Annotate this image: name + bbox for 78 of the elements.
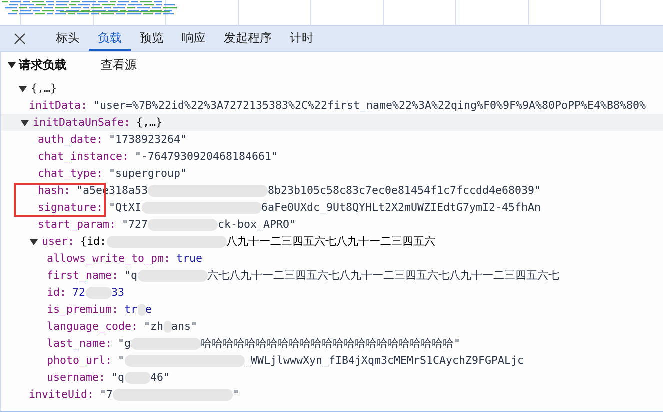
property-value: "1738923264" (109, 133, 188, 146)
property-key: photo_url: (47, 354, 112, 367)
tab[interactable]: 预览 (131, 28, 173, 51)
property-key: username: (47, 371, 106, 384)
tab[interactable]: 响应 (173, 28, 215, 51)
property-key: allows_write_to_pm: (47, 252, 171, 265)
property-value: "zh (144, 320, 164, 333)
expanded-triangle-icon[interactable] (19, 85, 27, 93)
section-header[interactable]: 请求负载 (8, 56, 101, 74)
property-value: 72 (72, 286, 86, 299)
property-value: tr (124, 303, 138, 316)
property-value: " (233, 388, 240, 401)
tree-row[interactable]: user: {id: 八九十一二三四五六七八九十一二三四五六 (1, 233, 663, 250)
property-value: 八九十一二三四五六七八九十一二三四五六 (226, 234, 436, 248)
property-key: initDataUnSafe: (33, 116, 131, 129)
property-value: 8b23b105c58c83c7ec0e81454f1c7fccdd4e68039" (268, 184, 542, 197)
property-value: "user=%7B%22id%22%3A7272135383%2C%22first_name%22%3A%22qing%F0%9F%9A%80PoPP%E4%B8%80% (94, 99, 646, 112)
tree-row[interactable]: photo_url: " _WWLjlwwwXyn_fIB4jXqm3cMEMrS1CAychZ9FGPALjc (1, 352, 663, 369)
property-key: last_name: (47, 337, 112, 350)
tab[interactable]: 计时 (281, 28, 323, 51)
tab[interactable]: 标头 (47, 28, 89, 51)
object-preview: {,…} (31, 82, 58, 95)
property-key: signature: (38, 201, 104, 214)
expanded-triangle-icon[interactable] (21, 119, 29, 127)
property-key: inviteUid: (29, 388, 94, 401)
tree-row[interactable]: chat_instance: "-7647930920468184661" (1, 148, 663, 165)
property-value: "g (118, 337, 132, 350)
property-key: chat_type: (38, 167, 104, 180)
property-value: e (146, 303, 152, 316)
property-value: ck-box_APRO" (218, 218, 296, 231)
tree-row[interactable]: signature: "QtXI 6aFe0UXdc_9Ut8QYHLt2X2mUWZIEdtG7ymI2-45fhAn (1, 199, 663, 216)
tree-row[interactable]: username: "q 46" (1, 369, 663, 386)
property-key: first_name: (47, 269, 119, 282)
property-value: "supergroup" (109, 167, 188, 180)
property-value: _WWLjlwwwXyn_fIB4jXqm3cMEMrS1CAychZ9FGPALjc (244, 354, 524, 367)
property-value: {id: (80, 235, 107, 248)
property-key: initData: (29, 99, 88, 112)
close-icon[interactable] (14, 32, 26, 44)
property-key: chat_instance: (38, 150, 130, 163)
tree-row[interactable]: inviteUid: "7 " (1, 386, 663, 403)
property-key: user: (42, 235, 75, 248)
tree-row[interactable]: initDataUnSafe: {,…} (1, 114, 663, 131)
property-value: "-7647930920468184661" (135, 150, 278, 163)
property-value: 六七八九十一二三四五六七八九十一二三四五六七八九十一二三四五六七 (208, 268, 560, 282)
property-key: is_premium: (47, 303, 119, 316)
property-value: 46" (150, 371, 170, 384)
tree-row[interactable]: initData: "user=%7B%22id%22%3A7272135383%2C%22first_name%22%3A%22qing%F0%9F%9A%80PoPP%E4%B8%80% (1, 97, 663, 114)
tree-row[interactable]: {,…} (1, 80, 663, 97)
expanded-triangle-icon[interactable] (8, 61, 16, 69)
tab[interactable]: 发起程序 (215, 28, 281, 51)
tree-row[interactable]: id: 72 33 (1, 284, 663, 301)
view-source-link[interactable]: 查看源 (101, 56, 137, 74)
property-value: {,…} (136, 116, 163, 129)
tree-row[interactable]: chat_type: "supergroup" (1, 165, 663, 182)
tree-row[interactable]: allows_write_to_pm: true (1, 250, 663, 267)
tree-row[interactable]: last_name: "g 哈哈哈哈哈哈哈哈哈哈哈哈哈哈哈哈哈哈哈哈哈哈哈" (1, 335, 663, 352)
tree-row[interactable]: language_code: "zh ans" (1, 318, 663, 335)
property-value: "727 (122, 218, 148, 231)
property-value: "7 (100, 388, 114, 401)
property-key: hash: (38, 184, 71, 197)
property-key: language_code: (47, 320, 138, 333)
property-value: true (176, 252, 203, 265)
property-key: start_param: (38, 218, 116, 231)
property-value: 6aFe0UXdc_9Ut8QYHLt2X2mUWZIEdtG7ymI2-45fhAn (262, 201, 542, 214)
tree-row[interactable]: auth_date: "1738923264" (1, 131, 663, 148)
property-value: ans" (172, 320, 198, 333)
property-value: " (118, 354, 125, 367)
property-value: 33 (112, 286, 125, 299)
property-key: id: (47, 286, 67, 299)
tree-row[interactable]: start_param: "727 ck-box_APRO" (1, 216, 663, 233)
property-value: "q (124, 269, 138, 282)
property-value: "q (112, 371, 125, 384)
expanded-triangle-icon[interactable] (30, 238, 38, 246)
tree-row[interactable]: first_name: "q 六七八九十一二三四五六七八九十一二三四五六七八九十一二三四五六七 (1, 267, 663, 284)
property-value: "QtXI (109, 201, 142, 214)
property-key: auth_date: (38, 133, 104, 146)
tree-row[interactable]: is_premium: tr e (1, 301, 663, 318)
property-value: 哈哈哈哈哈哈哈哈哈哈哈哈哈哈哈哈哈哈哈哈哈哈哈" (201, 336, 461, 350)
